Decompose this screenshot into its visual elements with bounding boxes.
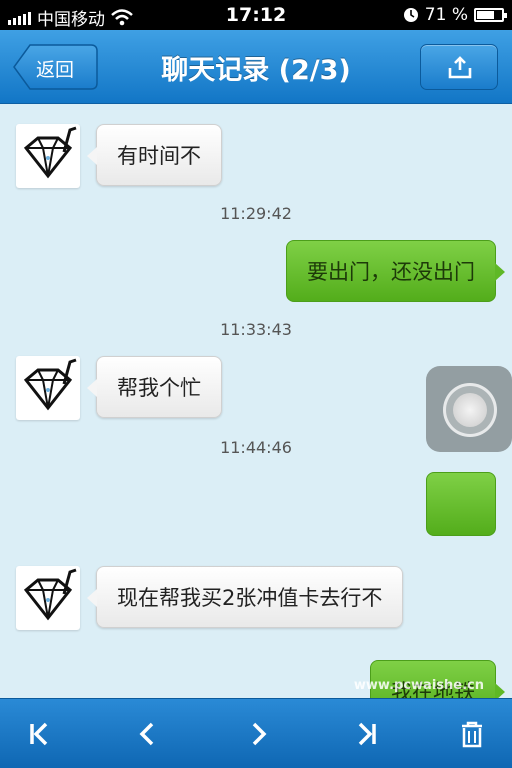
first-page-icon[interactable]	[22, 718, 58, 750]
assistive-touch-button[interactable]	[426, 366, 512, 452]
image-message-bubble[interactable]	[426, 472, 496, 536]
export-button[interactable]	[420, 44, 498, 90]
message-bubble-incoming[interactable]: 有时间不	[87, 124, 222, 186]
navigation-bar: 返回 聊天记录 (2/3)	[0, 30, 512, 104]
contact-avatar[interactable]	[16, 356, 80, 420]
message-timestamp: 11:29:42	[220, 204, 292, 223]
delete-icon[interactable]	[454, 718, 490, 750]
export-icon	[448, 56, 472, 79]
watermark: www.pcwaishe.cn	[353, 678, 484, 693]
contact-avatar[interactable]	[16, 566, 80, 630]
diamond-avatar-icon	[23, 126, 77, 179]
alarm-clock-icon	[403, 8, 418, 22]
prev-page-icon[interactable]	[130, 718, 166, 750]
diamond-avatar-icon	[23, 358, 77, 411]
message-bubble-incoming[interactable]: 现在帮我买2张冲值卡去行不	[86, 566, 404, 628]
page-navigation-toolbar	[0, 698, 512, 768]
message-timestamp: 11:33:43	[220, 320, 292, 339]
diamond-avatar-icon	[23, 568, 77, 621]
contact-avatar[interactable]	[16, 124, 80, 188]
last-page-icon[interactable]	[348, 718, 384, 750]
battery-icon	[474, 8, 507, 22]
assistive-touch-dot	[453, 393, 487, 427]
message-bubble-outgoing[interactable]: 要出门，还没出门	[286, 240, 505, 302]
battery-percent: 71 %	[424, 5, 468, 25]
status-bar: 中国移动 17:12 71 %	[0, 0, 512, 30]
message-bubble-incoming[interactable]: 帮我个忙	[87, 356, 222, 418]
next-page-icon[interactable]	[240, 718, 276, 750]
